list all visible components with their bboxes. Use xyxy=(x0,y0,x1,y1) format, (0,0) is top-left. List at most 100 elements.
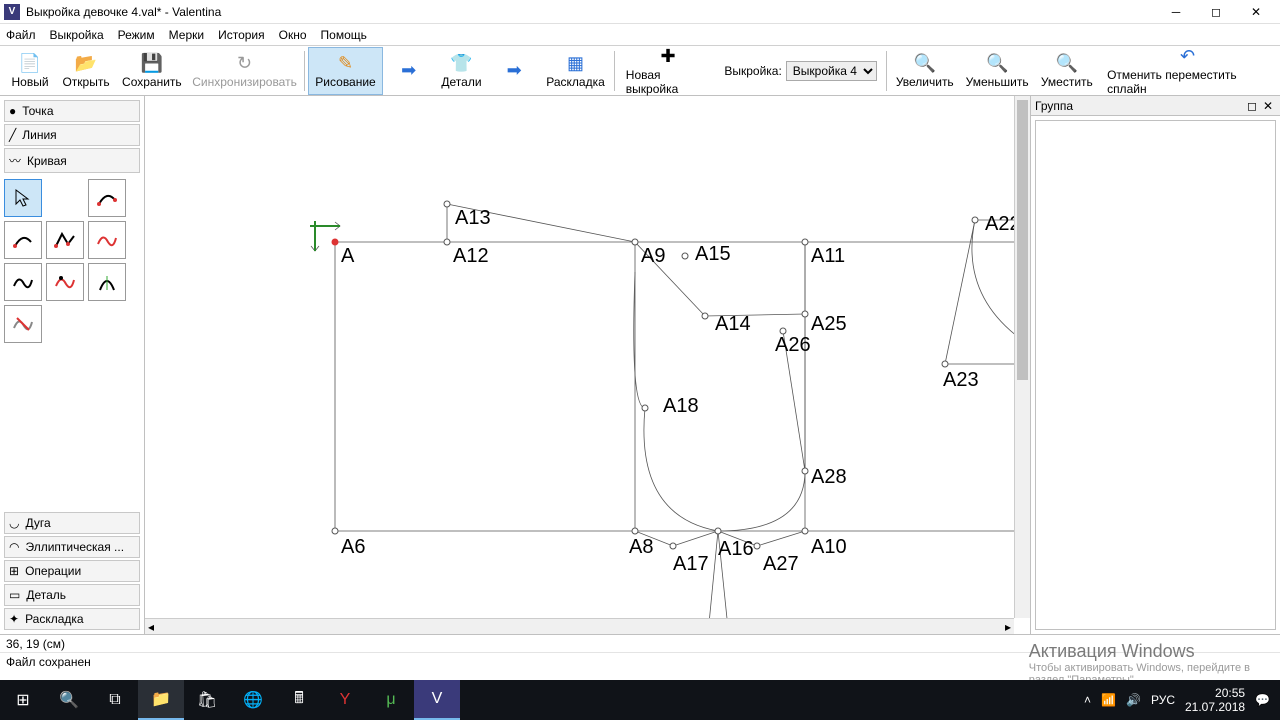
store-taskbar-icon[interactable]: 🛍 xyxy=(184,680,230,720)
yandex-taskbar-icon[interactable]: Y xyxy=(322,680,368,720)
valentina-taskbar-icon[interactable]: V xyxy=(414,680,460,720)
app-icon: V xyxy=(4,4,20,20)
arc-icon: ◡ xyxy=(9,516,19,530)
spline-tool-4[interactable] xyxy=(88,221,126,259)
detail-icon: ▭ xyxy=(9,588,20,602)
sync-button[interactable]: ↻Синхронизировать xyxy=(188,47,302,95)
group-panel: Группа ◻ ✕ Активация Windows Чтобы актив… xyxy=(1030,96,1280,634)
undo-button[interactable]: ↶Отменить переместить сплайн xyxy=(1099,47,1276,95)
menubar: Файл Выкройка Режим Мерки История Окно П… xyxy=(0,24,1280,46)
tool-arc[interactable]: ◡Дуга xyxy=(4,512,140,534)
panel-close-button[interactable]: ✕ xyxy=(1260,99,1276,113)
arrow-tool[interactable] xyxy=(4,179,42,217)
svg-text:A6: A6 xyxy=(341,536,365,558)
spline-tool-8[interactable] xyxy=(4,305,42,343)
menu-window[interactable]: Окно xyxy=(279,28,307,42)
clock[interactable]: 20:5521.07.2018 xyxy=(1185,686,1245,715)
maximize-button[interactable]: ◻ xyxy=(1196,0,1236,24)
spline-tool-1[interactable] xyxy=(88,179,126,217)
drawing-canvas[interactable]: AA13A12A9A15A11A21A2A22A14A25A26A23A24A1… xyxy=(145,96,1030,634)
language-indicator[interactable]: РУС xyxy=(1151,693,1175,707)
menu-pattern[interactable]: Выкройка xyxy=(50,28,104,42)
zoom-in-button[interactable]: 🔍Увеличить xyxy=(890,47,960,95)
network-icon[interactable]: 📶 xyxy=(1101,693,1116,707)
zoom-fit-button[interactable]: 🔍Уместить xyxy=(1035,47,1100,95)
svg-text:A26: A26 xyxy=(775,334,811,356)
pattern-dropdown[interactable]: Выкройка 4 xyxy=(786,61,877,81)
group-list[interactable] xyxy=(1035,120,1276,630)
minimize-button[interactable]: ─ xyxy=(1156,0,1196,24)
file-icon: 📄 xyxy=(19,52,41,74)
details-button[interactable]: ➡ xyxy=(383,47,435,95)
chrome-taskbar-icon[interactable]: 🌐 xyxy=(230,680,276,720)
svg-text:A25: A25 xyxy=(811,313,847,335)
tool-layout[interactable]: ✦Раскладка xyxy=(4,608,140,630)
zoom-in-icon: 🔍 xyxy=(914,52,936,74)
layout-icon: ▦ xyxy=(565,52,587,74)
main-toolbar: 📄Новый 📂Открыть 💾Сохранить ↻Синхронизиро… xyxy=(0,46,1280,96)
details-mode-button[interactable]: 👕Детали xyxy=(435,47,488,95)
save-button[interactable]: 💾Сохранить xyxy=(116,47,188,95)
explorer-taskbar-icon[interactable]: 📁 xyxy=(138,680,184,720)
pattern-selector: Выкройка: Выкройка 4 xyxy=(724,61,876,81)
tool-curve[interactable]: 〰Кривая xyxy=(4,148,140,173)
arrow-right-icon: ➡ xyxy=(398,59,420,81)
separator xyxy=(304,51,305,91)
zoom-out-icon: 🔍 xyxy=(986,52,1008,74)
pencil-icon: ✎ xyxy=(335,52,357,74)
calculator-taskbar-icon[interactable]: 🖩 xyxy=(276,680,322,720)
system-tray[interactable]: ˄ 📶 🔊 РУС 20:5521.07.2018 💬 xyxy=(1074,686,1280,715)
menu-file[interactable]: Файл xyxy=(6,28,36,42)
tool-ellipse[interactable]: ◠Эллиптическая ... xyxy=(4,536,140,558)
notifications-icon[interactable]: 💬 xyxy=(1255,693,1270,707)
layout-arrow-button[interactable]: ➡ xyxy=(488,47,540,95)
zoom-out-button[interactable]: 🔍Уменьшить xyxy=(960,47,1035,95)
tool-detail[interactable]: ▭Деталь xyxy=(4,584,140,606)
vertical-scrollbar[interactable] xyxy=(1014,96,1030,618)
group-panel-title: Группа xyxy=(1035,99,1073,113)
open-button[interactable]: 📂Открыть xyxy=(56,47,116,95)
start-button[interactable]: ⊞ xyxy=(0,680,46,720)
spline-tool-3[interactable] xyxy=(46,221,84,259)
tray-chevron-icon[interactable]: ˄ xyxy=(1084,693,1091,707)
search-button[interactable]: 🔍 xyxy=(46,680,92,720)
tool-line[interactable]: ╱Линия xyxy=(4,124,140,146)
menu-measurements[interactable]: Мерки xyxy=(169,28,204,42)
menu-help[interactable]: Помощь xyxy=(321,28,367,42)
new-pattern-button[interactable]: ✚Новая выкройка xyxy=(618,47,719,95)
svg-text:A28: A28 xyxy=(811,466,847,488)
undo-icon: ↶ xyxy=(1177,46,1199,67)
new-button[interactable]: 📄Новый xyxy=(4,47,56,95)
svg-text:A13: A13 xyxy=(455,207,491,229)
panel-float-button[interactable]: ◻ xyxy=(1244,99,1260,113)
menu-history[interactable]: История xyxy=(218,28,265,42)
spline-tool-6[interactable] xyxy=(46,263,84,301)
zoom-fit-icon: 🔍 xyxy=(1056,52,1078,74)
layout-mode-button[interactable]: ▦Раскладка xyxy=(540,47,611,95)
close-button[interactable]: ✕ xyxy=(1236,0,1276,24)
statusbar-message: Файл сохранен xyxy=(0,652,1280,670)
tool-operations[interactable]: ⊞Операции xyxy=(4,560,140,582)
spline-tool-5[interactable] xyxy=(4,263,42,301)
window-title: Выкройка девочке 4.val* - Valentina xyxy=(26,5,1156,19)
svg-text:A11: A11 xyxy=(811,245,845,267)
horizontal-scrollbar[interactable]: ◂▸ xyxy=(145,618,1014,634)
svg-text:A22: A22 xyxy=(985,213,1015,235)
ellipse-icon: ◠ xyxy=(9,540,19,554)
spline-tool-7[interactable] xyxy=(88,263,126,301)
utorrent-taskbar-icon[interactable]: μ xyxy=(368,680,414,720)
task-view-button[interactable]: ⧉ xyxy=(92,680,138,720)
spline-tool-2[interactable] xyxy=(4,221,42,259)
volume-icon[interactable]: 🔊 xyxy=(1126,693,1141,707)
point-icon: ● xyxy=(9,104,16,118)
layout-panel-icon: ✦ xyxy=(9,612,19,626)
separator xyxy=(614,51,615,91)
draw-mode-button[interactable]: ✎Рисование xyxy=(308,47,382,95)
statusbar-coords: 36, 19 (см) xyxy=(0,634,1280,652)
menu-mode[interactable]: Режим xyxy=(118,28,155,42)
curve-tools-grid xyxy=(4,175,140,347)
tool-point[interactable]: ●Точка xyxy=(4,100,140,122)
svg-text:A14: A14 xyxy=(715,313,751,335)
svg-text:A17: A17 xyxy=(673,553,709,575)
separator xyxy=(886,51,887,91)
